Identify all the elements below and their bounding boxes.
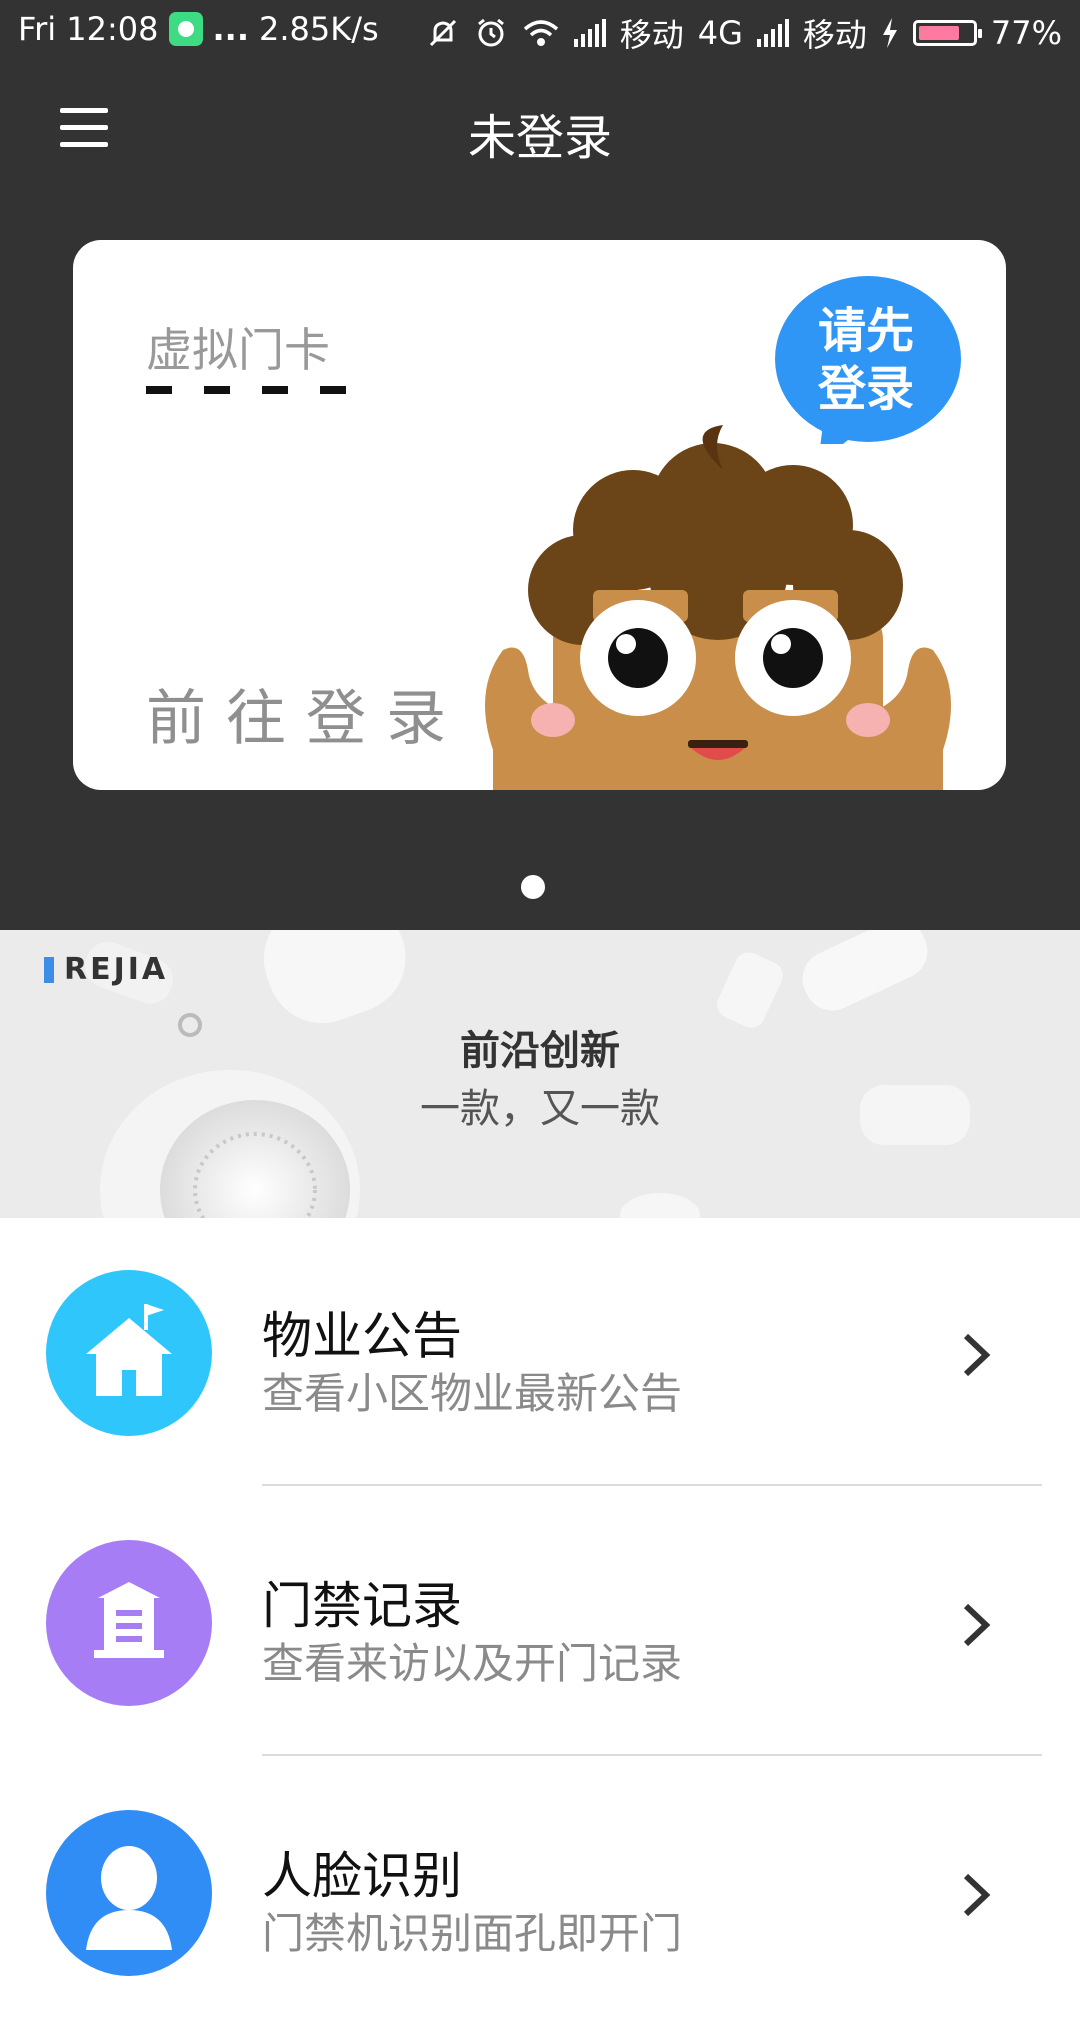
- battery-fill: [918, 26, 959, 40]
- chevron-right-icon: [963, 1873, 991, 1917]
- carrier-1: 移动: [619, 16, 684, 54]
- status-right: 移动 4G 移动 77%: [426, 10, 1062, 56]
- brand-logo: REJIA: [44, 952, 168, 987]
- carousel-indicator: [521, 875, 545, 899]
- mute-icon: [429, 19, 456, 47]
- card-label: 虚拟门卡: [146, 323, 330, 377]
- list-item-title: 物业公告: [262, 1307, 462, 1365]
- banner-title: 前沿创新: [460, 1028, 620, 1074]
- page-title: 未登录: [467, 110, 612, 166]
- card-masked-number: [146, 386, 346, 394]
- go-login-link[interactable]: 前往登录: [146, 670, 466, 757]
- please-login-bubble-text: 请先 登录: [773, 302, 959, 418]
- network-type: 4G: [697, 14, 743, 52]
- bubble-line-1: 请先: [817, 303, 914, 359]
- person-icon: [46, 1810, 212, 1976]
- banner-subtitle: 一款，又一款: [420, 1086, 660, 1132]
- list-item-title: 人脸识别: [262, 1847, 462, 1905]
- brand-name: REJIA: [64, 952, 169, 987]
- battery-icon: [912, 20, 982, 46]
- more-dots: ...: [212, 10, 249, 48]
- signal-icon-2: [756, 19, 789, 47]
- person-icon-glyph: [86, 1846, 172, 1950]
- list-item-desc: 查看来访以及开门记录: [262, 1639, 683, 1688]
- house-flag-icon: [46, 1270, 212, 1436]
- status-bar: Fri 12:08 ... 2.85K/s 移动 4G 移动 77%: [0, 0, 1080, 62]
- gate-building-icon-glyph: [94, 1582, 164, 1658]
- virtual-door-card[interactable]: 虚拟门卡 前往登录 请先 登录: [73, 240, 1006, 790]
- list-item-desc: 查看小区物业最新公告: [262, 1369, 683, 1418]
- list-item-access-records[interactable]: 门禁记录 查看来访以及开门记录: [0, 1488, 1080, 1758]
- alarm-icon: [477, 18, 504, 47]
- charging-icon: [882, 18, 897, 48]
- app-notification-icon: [168, 12, 203, 46]
- divider: [262, 1754, 1042, 1756]
- net-speed: 2.85K/s: [258, 10, 379, 48]
- list-item-title: 门禁记录: [262, 1577, 462, 1635]
- header: 未登录 虚拟门卡 前往登录 请先 登录: [0, 62, 1080, 930]
- list-item-property-notice[interactable]: 物业公告 查看小区物业最新公告: [0, 1218, 1080, 1488]
- battery-percent: 77%: [990, 14, 1062, 52]
- carrier-2: 移动: [802, 16, 867, 54]
- bubble-line-2: 登录: [817, 361, 914, 417]
- signal-icon-1: [573, 19, 606, 47]
- list-item-face-recognition[interactable]: 人脸识别 门禁机识别面孔即开门: [0, 1758, 1080, 2028]
- house-flag-icon-glyph: [86, 1304, 172, 1396]
- chevron-right-icon: [963, 1333, 991, 1377]
- gate-building-icon: [46, 1540, 212, 1706]
- promo-banner[interactable]: REJIA 前沿创新 一款，又一款: [0, 930, 1080, 1218]
- list-item-desc: 门禁机识别面孔即开门: [262, 1909, 683, 1958]
- wifi-icon: [523, 20, 558, 46]
- status-left: Fri 12:08 ... 2.85K/s: [18, 10, 379, 48]
- clock: Fri 12:08: [18, 10, 159, 48]
- chevron-right-icon: [963, 1603, 991, 1647]
- mascot-illustration: [485, 425, 951, 790]
- divider: [262, 1484, 1042, 1486]
